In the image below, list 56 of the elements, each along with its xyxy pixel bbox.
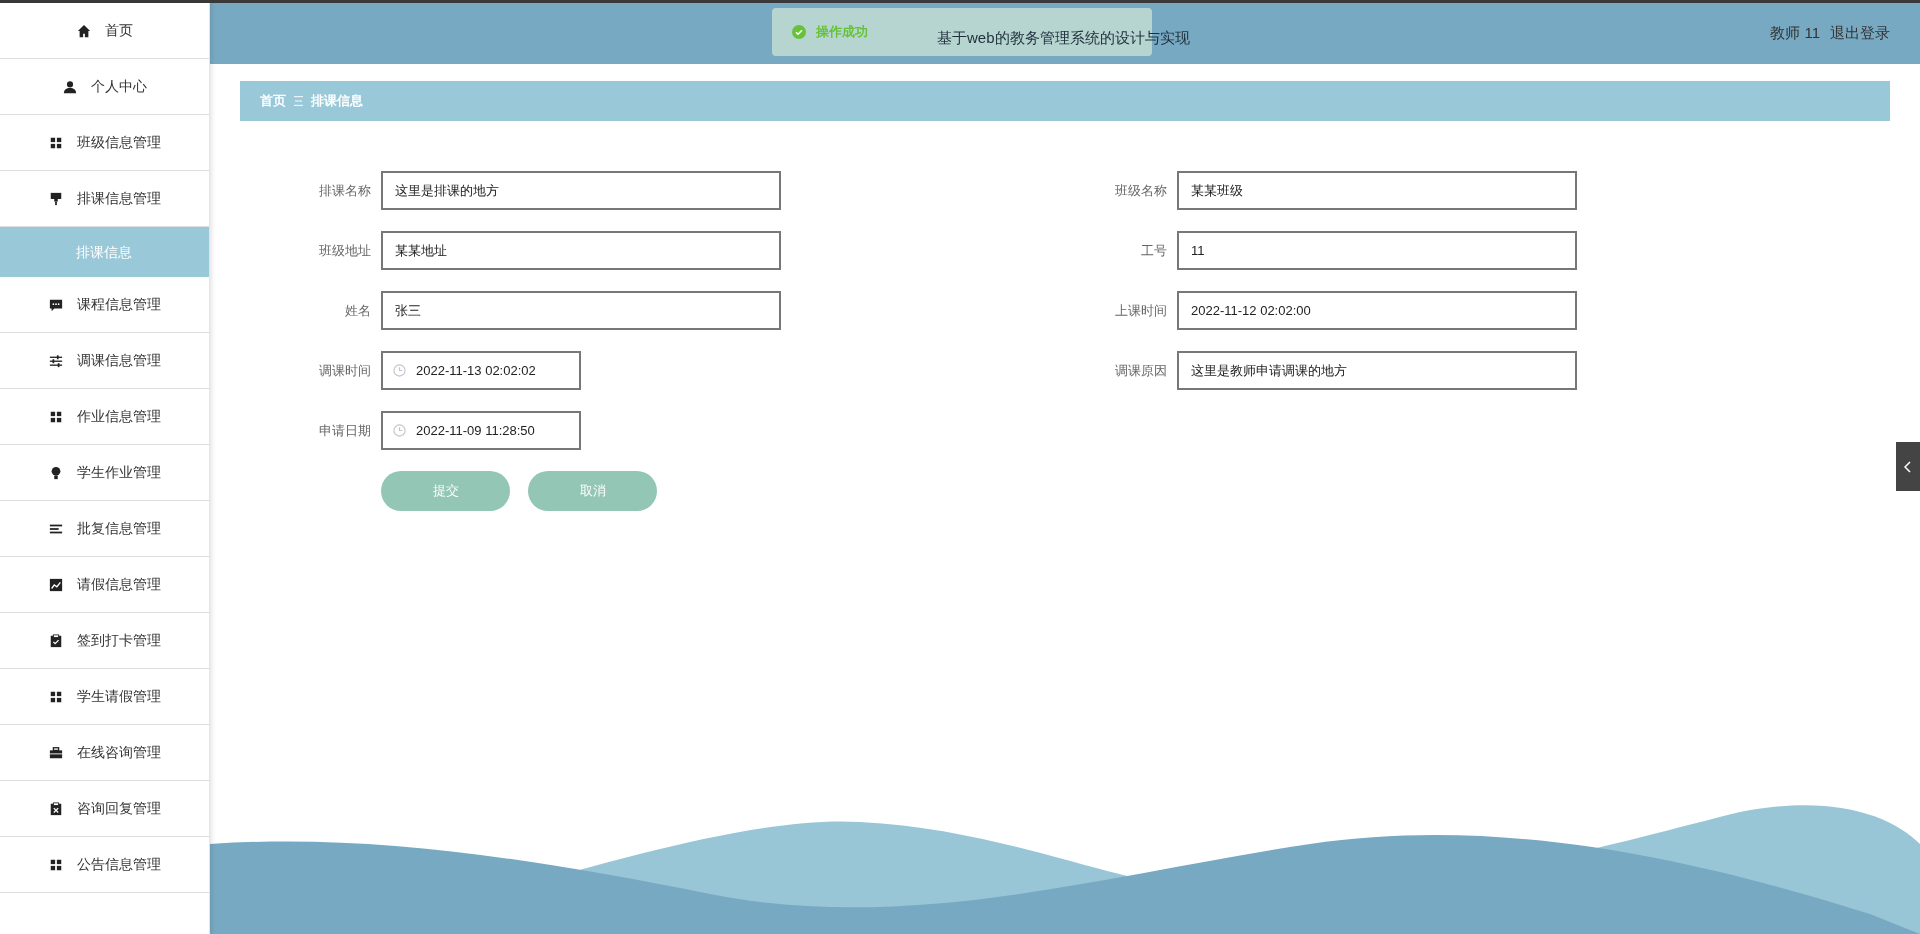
input-field[interactable]: 某某地址	[381, 231, 781, 270]
sidebar-item[interactable]: 个人中心	[0, 59, 209, 115]
date-field[interactable]: 2022-11-09 11:28:50	[381, 411, 581, 450]
user-name: 教师 11	[1770, 23, 1820, 44]
clipboard-check-icon	[48, 633, 63, 648]
sidebar-item[interactable]: 学生请假管理	[0, 669, 209, 725]
breadcrumb-item: 排课信息	[311, 92, 363, 111]
input-field[interactable]: 这里是教师申请调课的地方	[1177, 351, 1577, 390]
collapse-tab[interactable]	[1896, 442, 1920, 491]
sidebar-item[interactable]: 请假信息管理	[0, 557, 209, 613]
sidebar-item[interactable]: 学生作业管理	[0, 445, 209, 501]
sidebar-item[interactable]: 首页	[0, 3, 209, 59]
sliders-icon	[48, 353, 63, 368]
date-field[interactable]: 2022-11-13 02:02:02	[381, 351, 581, 390]
grid-icon	[48, 409, 63, 424]
sidebar-item[interactable]: 批复信息管理	[0, 501, 209, 557]
grid-icon	[48, 689, 63, 704]
clock-icon	[393, 424, 406, 437]
toast-message: 操作成功	[816, 23, 868, 42]
input-field[interactable]: 某某班级	[1177, 171, 1577, 210]
sidebar-item[interactable]: 班级信息管理	[0, 115, 209, 171]
field-label: 排课名称	[318, 181, 371, 200]
grid-icon	[48, 135, 63, 150]
input-field[interactable]: 这里是排课的地方	[381, 171, 781, 210]
briefcase-icon	[48, 745, 63, 760]
sidebar-item[interactable]: 课程信息管理	[0, 277, 209, 333]
sidebar-item[interactable]: 咨询回复管理	[0, 781, 209, 837]
clipboard-x-icon	[48, 801, 63, 816]
sidebar-item[interactable]: 签到打卡管理	[0, 613, 209, 669]
sidebar-item[interactable]: 公告信息管理	[0, 837, 209, 893]
grid-icon	[48, 857, 63, 872]
sidebar-item[interactable]: 在线咨询管理	[0, 725, 209, 781]
chart-icon	[48, 577, 63, 592]
clock-icon	[393, 364, 406, 377]
field-label: 班级地址	[318, 241, 371, 260]
site-title: 基于web的教务管理系统的设计与实现	[937, 28, 1190, 48]
input-field[interactable]: 11	[1177, 231, 1577, 270]
field-label: 姓名	[344, 301, 371, 320]
check-circle-icon	[792, 25, 806, 39]
logout-link[interactable]: 退出登录	[1830, 22, 1890, 45]
menu-icon	[294, 96, 303, 106]
field-label: 上课时间	[1114, 301, 1167, 320]
sidebar-item[interactable]: 作业信息管理	[0, 389, 209, 445]
field-label: 班级名称	[1114, 181, 1167, 200]
person-icon	[62, 79, 77, 94]
input-field[interactable]: 张三	[381, 291, 781, 330]
input-field[interactable]: 2022-11-12 02:02:00	[1177, 291, 1577, 330]
field-label: 申请日期	[318, 421, 371, 440]
paint-roller-icon	[48, 191, 63, 206]
field-label: 调课原因	[1114, 361, 1167, 380]
home-icon	[76, 23, 91, 38]
sidebar-item[interactable]: 调课信息管理	[0, 333, 209, 389]
field-label: 工号	[1140, 241, 1167, 260]
chat-icon	[48, 297, 63, 312]
chevron-left-icon	[1904, 460, 1912, 473]
field-label: 调课时间	[318, 361, 371, 380]
